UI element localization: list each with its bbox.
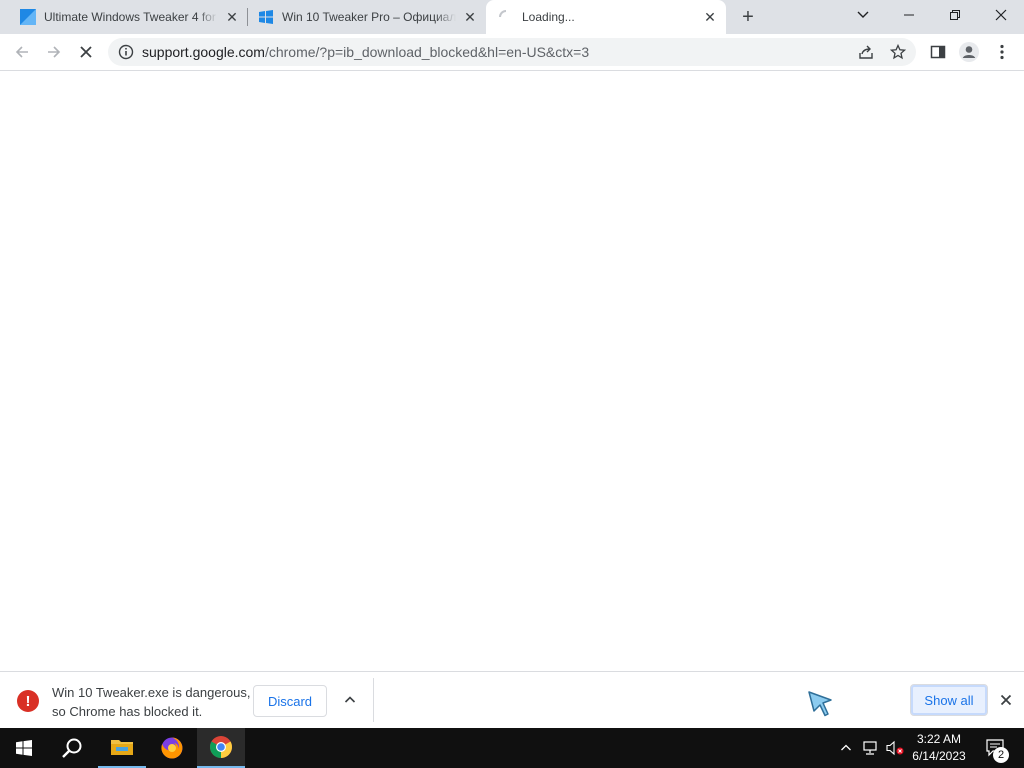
discard-button[interactable]: Discard <box>253 685 327 717</box>
url-text[interactable]: support.google.com/chrome/?p=ib_download… <box>142 44 589 60</box>
chevron-up-icon <box>344 696 356 703</box>
site-info-icon[interactable] <box>116 42 136 62</box>
windows-taskbar: 3:22 AM 6/14/2023 2 <box>0 728 1024 768</box>
clock-time: 3:22 AM <box>916 732 962 746</box>
tweaker-blue-icon <box>20 9 36 25</box>
download-divider <box>373 678 374 722</box>
tab-title: Ultimate Windows Tweaker 4 for Windows 1… <box>44 10 218 24</box>
more-vert-icon <box>1000 44 1004 60</box>
volume-tray-button[interactable] <box>884 728 906 768</box>
warning-line-1: Win 10 Tweaker.exe is dangerous, <box>52 685 251 700</box>
folder-icon <box>111 740 133 755</box>
browser-toolbar: support.google.com/chrome/?p=ib_download… <box>0 34 1024 71</box>
download-options-button[interactable] <box>340 690 360 710</box>
close-tab-icon[interactable]: ✕ <box>224 9 240 25</box>
chevron-down-icon <box>857 11 869 18</box>
minimize-button[interactable] <box>886 0 932 30</box>
tab-title: Loading... <box>522 10 575 24</box>
windows-logo-icon <box>259 10 273 24</box>
url-host: support.google.com <box>142 44 265 60</box>
bookmark-star-icon[interactable] <box>888 42 908 62</box>
share-icon[interactable] <box>856 42 876 62</box>
close-icon <box>1000 694 1012 706</box>
profile-button[interactable] <box>957 40 981 64</box>
windows-start-icon <box>16 740 32 756</box>
loading-spinner-icon <box>499 10 507 18</box>
tab-strip: Ultimate Windows Tweaker 4 for Windows 1… <box>0 0 1024 34</box>
tab-loading[interactable]: Loading... ✕ <box>486 0 726 34</box>
tab-search-button[interactable] <box>840 0 886 30</box>
arrow-right-icon <box>48 46 61 58</box>
clock-date: 6/14/2023 <box>912 749 966 763</box>
download-bar: ! Win 10 Tweaker.exe is dangerous, so Ch… <box>0 671 1024 729</box>
close-tab-icon[interactable]: ✕ <box>702 9 718 25</box>
restore-button[interactable] <box>932 0 978 30</box>
search-button[interactable] <box>48 728 96 768</box>
close-window-button[interactable] <box>978 0 1024 30</box>
new-tab-button[interactable]: + <box>738 7 758 27</box>
profile-avatar-icon <box>959 42 979 62</box>
chrome-icon <box>210 736 232 758</box>
mouse-cursor-icon <box>808 691 832 717</box>
side-panel-icon <box>930 45 946 59</box>
warning-line-2: so Chrome has blocked it. <box>52 704 203 719</box>
stop-x-icon <box>80 46 92 58</box>
chrome-taskbar-button[interactable] <box>197 728 245 768</box>
network-icon <box>863 741 877 755</box>
minimize-icon <box>904 14 914 16</box>
close-tab-icon[interactable]: ✕ <box>462 9 478 25</box>
firefox-button[interactable] <box>148 728 196 768</box>
page-content <box>0 71 1024 671</box>
search-icon <box>62 738 82 758</box>
volume-muted-icon <box>886 740 904 756</box>
tab-title: Win 10 Tweaker Pro – Официальный сайт <box>282 10 456 24</box>
stop-loading-button[interactable] <box>74 40 98 64</box>
chrome-menu-button[interactable] <box>990 40 1014 64</box>
tab-ultimate-windows-tweaker[interactable]: Ultimate Windows Tweaker 4 for Windows 1… <box>0 0 248 34</box>
show-hidden-icons-button[interactable] <box>836 728 856 768</box>
restore-icon <box>950 10 960 20</box>
notification-count-badge: 2 <box>993 747 1009 763</box>
url-path: /chrome/?p=ib_download_blocked&hl=en-US&… <box>264 44 590 60</box>
system-clock[interactable]: 3:22 AM 6/14/2023 <box>904 731 974 765</box>
firefox-icon <box>161 737 183 759</box>
file-explorer-button[interactable] <box>98 728 146 768</box>
back-button[interactable] <box>10 40 34 64</box>
start-button[interactable] <box>0 728 48 768</box>
address-bar[interactable]: support.google.com/chrome/?p=ib_download… <box>108 38 916 66</box>
action-center-button[interactable]: 2 <box>978 728 1014 768</box>
tab-win10-tweaker-pro[interactable]: Win 10 Tweaker Pro – Официальный сайт ✕ <box>248 0 486 34</box>
network-tray-button[interactable] <box>860 728 882 768</box>
show-all-button[interactable]: Show all <box>910 684 988 716</box>
error-icon: ! <box>17 690 39 712</box>
close-download-bar-button[interactable] <box>996 690 1016 710</box>
download-warning-message: Win 10 Tweaker.exe is dangerous, so Chro… <box>52 683 252 721</box>
side-panel-button[interactable] <box>926 40 950 64</box>
close-icon <box>995 9 1007 21</box>
chevron-up-icon <box>841 744 851 751</box>
forward-button[interactable] <box>42 40 66 64</box>
arrow-left-icon <box>15 46 28 58</box>
